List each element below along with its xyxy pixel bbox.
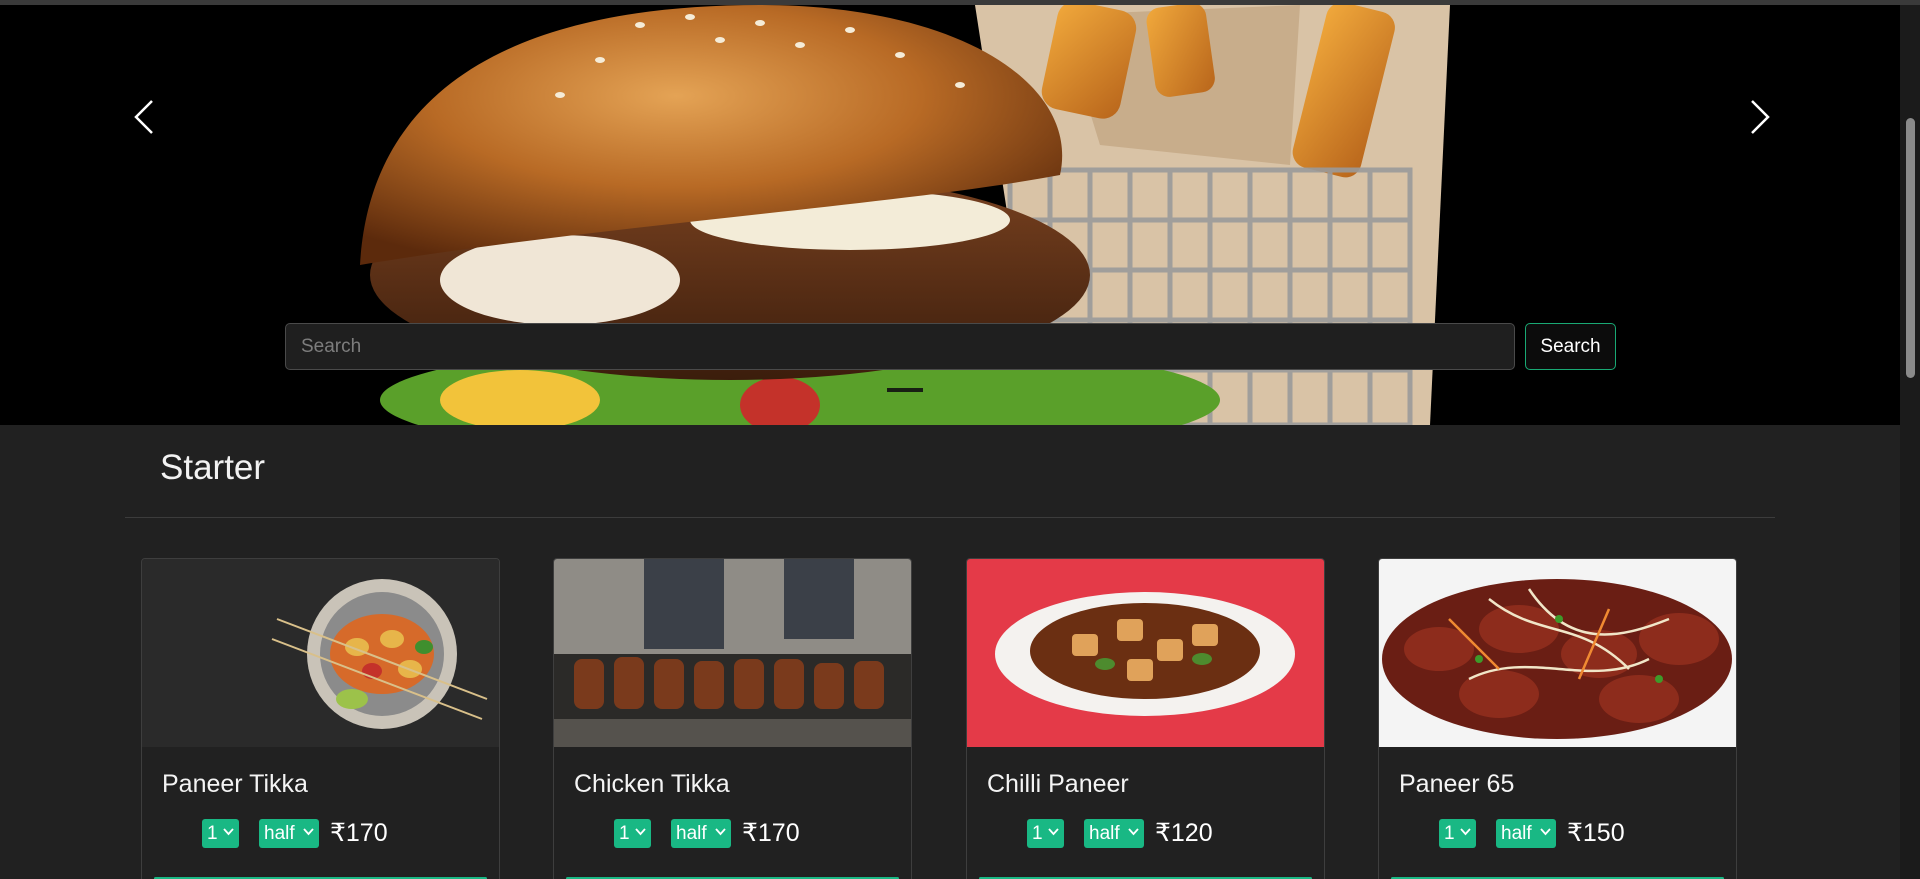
section-title: Starter	[160, 448, 266, 487]
chevron-down-icon	[1460, 828, 1471, 836]
quantity-value: 1	[207, 822, 218, 844]
card-title: Paneer 65	[1399, 770, 1515, 798]
menu-card: Paneer 65 1 half ₹150	[1378, 558, 1737, 879]
chilli-paneer-image	[967, 559, 1324, 747]
menu-card: Chilli Paneer 1 half ₹120	[966, 558, 1325, 879]
menu-card: Chicken Tikka 1 half ₹170	[553, 558, 912, 879]
chevron-down-icon	[303, 828, 314, 836]
chicken-tikka-image	[554, 559, 911, 747]
search-input[interactable]	[285, 323, 1515, 370]
chevron-down-icon	[715, 828, 726, 836]
size-value: half	[264, 822, 295, 844]
carousel-indicators	[887, 388, 923, 392]
section-divider	[125, 517, 1775, 518]
menu-cards: Paneer Tikka 1 half ₹170 Chicken Tikka 1…	[141, 558, 1781, 879]
card-price: ₹120	[1155, 819, 1213, 847]
menu-card: Paneer Tikka 1 half ₹170	[141, 558, 500, 879]
chevron-down-icon	[223, 828, 234, 836]
size-value: half	[1501, 822, 1532, 844]
paneer-65-image	[1379, 559, 1736, 747]
carousel-prev-button[interactable]	[126, 97, 166, 137]
card-price: ₹170	[330, 819, 388, 847]
size-value: half	[676, 822, 707, 844]
chevron-left-icon	[134, 100, 153, 134]
chevron-down-icon	[1048, 828, 1059, 836]
quantity-select[interactable]: 1	[1027, 819, 1064, 848]
card-title: Chicken Tikka	[574, 770, 730, 798]
quantity-value: 1	[619, 822, 630, 844]
card-title: Chilli Paneer	[987, 770, 1129, 798]
quantity-select[interactable]: 1	[1439, 819, 1476, 848]
chevron-down-icon	[1128, 828, 1139, 836]
carousel-next-button[interactable]	[1738, 97, 1778, 137]
quantity-value: 1	[1444, 822, 1455, 844]
card-price: ₹170	[742, 819, 800, 847]
paneer-tikka-image	[142, 559, 499, 747]
size-select[interactable]: half	[1084, 819, 1144, 848]
carousel-indicator-1[interactable]	[887, 388, 923, 392]
scrollbar-thumb[interactable]	[1906, 118, 1915, 378]
size-value: half	[1089, 822, 1120, 844]
search-bar: Search	[285, 323, 1616, 370]
card-title: Paneer Tikka	[162, 770, 308, 798]
chevron-down-icon	[1540, 828, 1551, 836]
size-select[interactable]: half	[1496, 819, 1556, 848]
chevron-right-icon	[1751, 100, 1770, 134]
page-scrollbar[interactable]	[1900, 5, 1920, 879]
quantity-select[interactable]: 1	[202, 819, 239, 848]
size-select[interactable]: half	[671, 819, 731, 848]
search-button[interactable]: Search	[1525, 323, 1616, 370]
card-price: ₹150	[1567, 819, 1625, 847]
quantity-value: 1	[1032, 822, 1043, 844]
quantity-select[interactable]: 1	[614, 819, 651, 848]
chevron-down-icon	[635, 828, 646, 836]
size-select[interactable]: half	[259, 819, 319, 848]
